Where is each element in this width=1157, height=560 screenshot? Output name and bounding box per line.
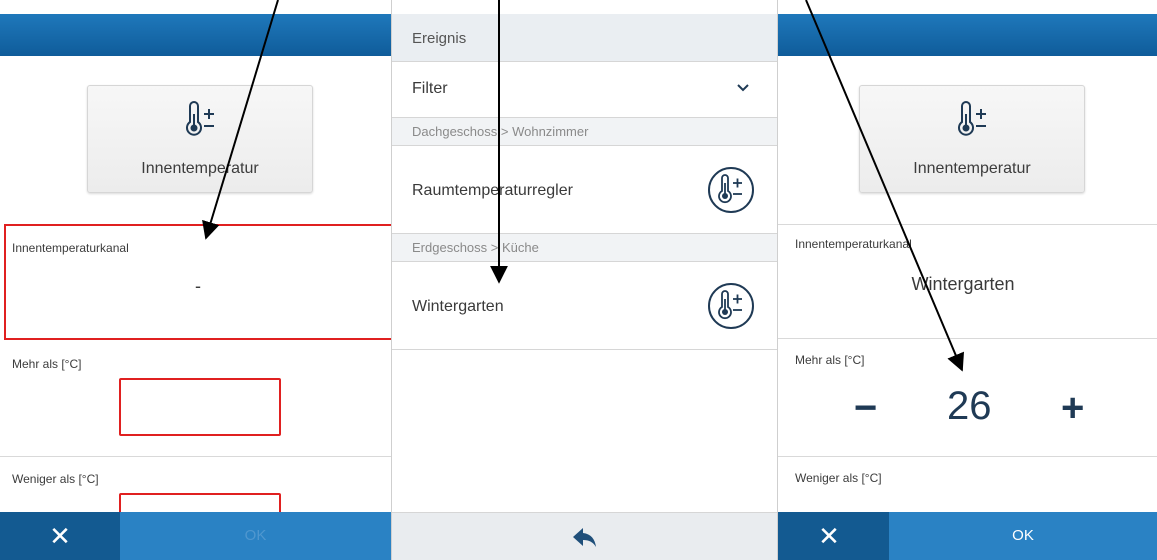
thermometer-plus-minus-icon xyxy=(958,101,986,136)
screen: Innentemperatur Innentemperaturkanal - M… xyxy=(0,0,1157,560)
left-bottom-bar: ✕ OK xyxy=(0,512,391,560)
less-than-label: Weniger als [°C] xyxy=(795,471,882,485)
tile-label: Innentemperatur xyxy=(913,160,1031,177)
group-header: Erdgeschoss > Küche xyxy=(392,234,777,262)
thermometer-plus-minus-icon xyxy=(186,101,214,136)
list-item-label: Wintergarten xyxy=(412,298,504,315)
chevron-down-icon xyxy=(737,84,749,92)
divider xyxy=(769,224,1157,225)
middle-bottom-bar xyxy=(392,512,777,560)
left-header-bar xyxy=(0,14,391,56)
channel-value[interactable]: Wintergarten xyxy=(769,274,1157,295)
back-arrow-icon[interactable] xyxy=(572,527,598,549)
channel-label: Innentemperaturkanal xyxy=(795,237,912,251)
more-than-label: Mehr als [°C] xyxy=(795,353,865,367)
close-button[interactable]: ✕ xyxy=(769,512,889,560)
increment-button[interactable]: + xyxy=(1061,388,1084,428)
list-item-raumtemperaturregler[interactable]: Raumtemperaturregler xyxy=(392,146,777,234)
divider xyxy=(769,456,1157,457)
right-bottom-bar: ✕ OK xyxy=(769,512,1157,560)
tile-label: Innentemperatur xyxy=(141,160,259,177)
divider xyxy=(769,338,1157,339)
event-selection-panel: Ereignis Filter Dachgeschoss > Wohnzimme… xyxy=(391,0,778,560)
left-panel: Innentemperatur Innentemperaturkanal - M… xyxy=(0,0,391,560)
less-than-label: Weniger als [°C] xyxy=(12,472,99,486)
channel-value: - xyxy=(195,276,201,296)
ok-button[interactable]: OK xyxy=(889,512,1157,560)
decrement-button[interactable]: − xyxy=(854,388,877,428)
list-item-label: Raumtemperaturregler xyxy=(412,182,573,199)
thermometer-plus-minus-icon xyxy=(708,167,754,213)
panel-title: Ereignis xyxy=(392,14,777,62)
ok-button-disabled[interactable]: OK xyxy=(120,512,391,560)
right-panel: Innentemperatur Innentemperaturkanal Win… xyxy=(769,0,1157,560)
divider xyxy=(0,456,391,457)
group-header: Dachgeschoss > Wohnzimmer xyxy=(392,118,777,146)
more-than-value[interactable]: 26 xyxy=(947,384,992,429)
filter-label: Filter xyxy=(412,80,448,97)
channel-label: Innentemperaturkanal xyxy=(12,241,129,255)
more-than-label: Mehr als [°C] xyxy=(12,357,82,371)
list-item-wintergarten[interactable]: Wintergarten xyxy=(392,262,777,350)
right-header-bar xyxy=(769,14,1157,56)
thermometer-plus-minus-icon xyxy=(708,283,754,329)
innentemperatur-tile[interactable]: Innentemperatur xyxy=(87,85,313,193)
close-button[interactable]: ✕ xyxy=(0,512,120,560)
more-than-input[interactable] xyxy=(119,378,281,436)
filter-dropdown[interactable]: Filter xyxy=(392,62,777,118)
innentemperatur-tile[interactable]: Innentemperatur xyxy=(859,85,1085,193)
